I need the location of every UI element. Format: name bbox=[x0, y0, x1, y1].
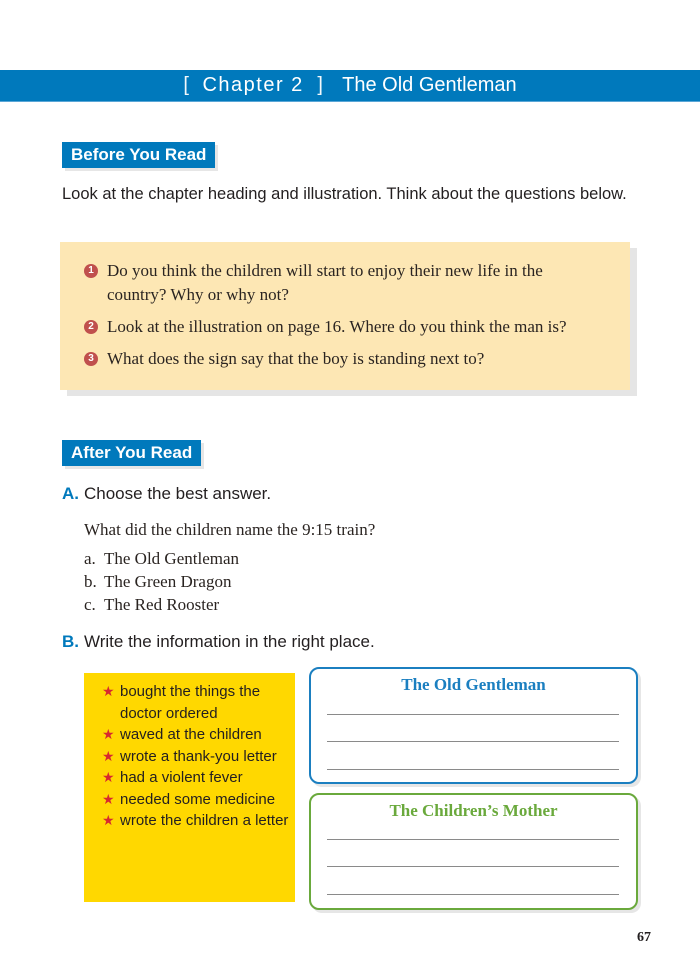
writing-line[interactable] bbox=[327, 714, 619, 715]
box-title: The Children’s Mother bbox=[389, 801, 558, 820]
writing-line[interactable] bbox=[327, 894, 619, 895]
section-a-heading: A. Choose the best answer. bbox=[62, 484, 271, 504]
section-a-letter: A. bbox=[62, 484, 79, 503]
item-text: bought the things the doctor ordered bbox=[120, 683, 261, 722]
word-bank-item: ★ waved at the children bbox=[102, 724, 290, 746]
word-bank-item: ★ wrote a thank-you letter bbox=[102, 746, 290, 768]
item-text: had a violent fever bbox=[120, 769, 243, 786]
item-text: wrote the children a letter bbox=[120, 812, 289, 829]
option-letter: b. bbox=[84, 572, 97, 591]
childrens-mother-box: The Children’s Mother bbox=[309, 793, 638, 910]
box-title: The Old Gentleman bbox=[401, 675, 546, 694]
before-you-read-tag: Before You Read bbox=[62, 142, 216, 168]
answer-option[interactable]: a. The Old Gentleman bbox=[84, 547, 239, 570]
word-bank-item: ★ had a violent fever bbox=[102, 767, 290, 789]
number-2-icon: 2 bbox=[84, 320, 98, 334]
star-icon: ★ bbox=[102, 683, 115, 699]
star-icon: ★ bbox=[102, 812, 115, 828]
word-bank-item: ★ bought the things the doctor ordered bbox=[102, 681, 290, 724]
bracket-close: ] bbox=[317, 74, 323, 96]
writing-line[interactable] bbox=[327, 741, 619, 742]
page-number: 67 bbox=[637, 930, 651, 945]
answer-option[interactable]: b. The Green Dragon bbox=[84, 570, 239, 593]
old-gentleman-box: The Old Gentleman bbox=[309, 667, 638, 784]
option-letter: a. bbox=[84, 549, 96, 568]
writing-line[interactable] bbox=[327, 839, 619, 840]
option-letter: c. bbox=[84, 595, 96, 614]
section-a-question: What did the children name the 9:15 trai… bbox=[84, 520, 376, 539]
question-text: Look at the illustration on page 16. Whe… bbox=[107, 317, 567, 336]
star-icon: ★ bbox=[102, 726, 115, 742]
section-b-heading: B. Write the information in the right pla… bbox=[62, 632, 375, 652]
answer-options: a. The Old Gentleman b. The Green Dragon c… bbox=[84, 547, 239, 616]
writing-line[interactable] bbox=[327, 866, 619, 867]
star-icon: ★ bbox=[102, 790, 115, 807]
option-text: The Old Gentleman bbox=[104, 549, 240, 568]
question-item: 1 Do you think the children will start t… bbox=[84, 259, 604, 307]
star-icon: ★ bbox=[102, 769, 115, 785]
answer-option[interactable]: c. The Red Rooster bbox=[84, 593, 239, 616]
option-text: The Green Dragon bbox=[104, 572, 232, 591]
question-box: 1 Do you think the children will start t… bbox=[60, 242, 630, 390]
chapter-label: Chapter 2 bbox=[202, 74, 304, 96]
section-b-instruction: Write the information in the right place… bbox=[84, 632, 375, 651]
item-text: wrote a thank-you letter bbox=[120, 747, 277, 765]
word-bank-item: ★ needed some medicine bbox=[102, 789, 290, 811]
question-text: Do you think the children will start to … bbox=[107, 261, 543, 304]
option-text: The Red Rooster bbox=[104, 595, 220, 614]
item-text: needed some medicine bbox=[120, 790, 276, 808]
word-bank: ★ bought the things the doctor ordered ★ w… bbox=[84, 673, 295, 902]
bracket-open: [ bbox=[183, 74, 189, 96]
item-text: waved at the children bbox=[120, 726, 262, 743]
number-1-icon: 1 bbox=[84, 264, 98, 278]
question-item: 3 What does the sign say that the boy is… bbox=[84, 347, 604, 371]
question-item: 2 Look at the illustration on page 16. W… bbox=[84, 315, 604, 339]
chapter-header: [ Chapter 2 ] The Old Gentleman bbox=[0, 70, 700, 102]
after-you-read-tag: After You Read bbox=[62, 440, 202, 466]
chapter-title: The Old Gentleman bbox=[342, 74, 517, 96]
question-text: What does the sign say that the boy is s… bbox=[107, 349, 485, 368]
number-3-icon: 3 bbox=[84, 352, 98, 366]
section-a-instruction: Choose the best answer. bbox=[84, 484, 272, 503]
star-icon: ★ bbox=[102, 747, 115, 764]
writing-line[interactable] bbox=[327, 769, 619, 770]
section-b-letter: B. bbox=[62, 632, 79, 651]
word-bank-item: ★ wrote the children a letter bbox=[102, 810, 290, 832]
before-you-read-intro: Look at the chapter heading and illustra… bbox=[62, 185, 627, 203]
